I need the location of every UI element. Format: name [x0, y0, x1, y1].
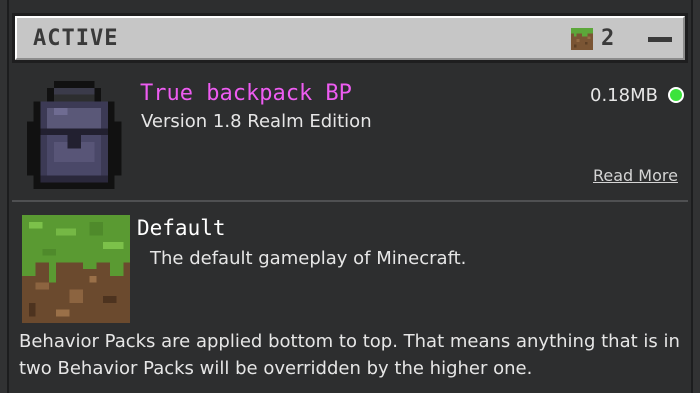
status-indicator	[668, 87, 684, 103]
pack-item-true-backpack[interactable]: True backpack BP Version 1.8 Realm Editi…	[12, 75, 688, 195]
pack-title: True backpack BP	[140, 81, 352, 106]
active-pack-count: 2	[601, 26, 615, 51]
pack-description: The default gameplay of Minecraft.	[150, 248, 467, 269]
grass-block-icon	[22, 215, 130, 323]
header-bar[interactable]: ACTIVE 2	[15, 16, 685, 60]
pack-size: 0.18MB	[590, 85, 658, 106]
grass-block-icon	[571, 28, 593, 50]
pack-item-default[interactable]: Default The default gameplay of Minecraf…	[12, 208, 688, 324]
section-title: ACTIVE	[33, 26, 119, 51]
pack-title: Default	[137, 216, 226, 240]
divider	[12, 200, 688, 202]
collapse-button[interactable]	[645, 28, 675, 50]
pack-version: Version 1.8 Realm Edition	[141, 111, 372, 132]
behavior-pack-order-note: Behavior Packs are applied bottom to top…	[19, 331, 680, 379]
active-section-header[interactable]: ACTIVE 2	[12, 13, 688, 63]
read-more-link[interactable]: Read More	[593, 166, 678, 185]
backpack-icon	[26, 81, 122, 189]
